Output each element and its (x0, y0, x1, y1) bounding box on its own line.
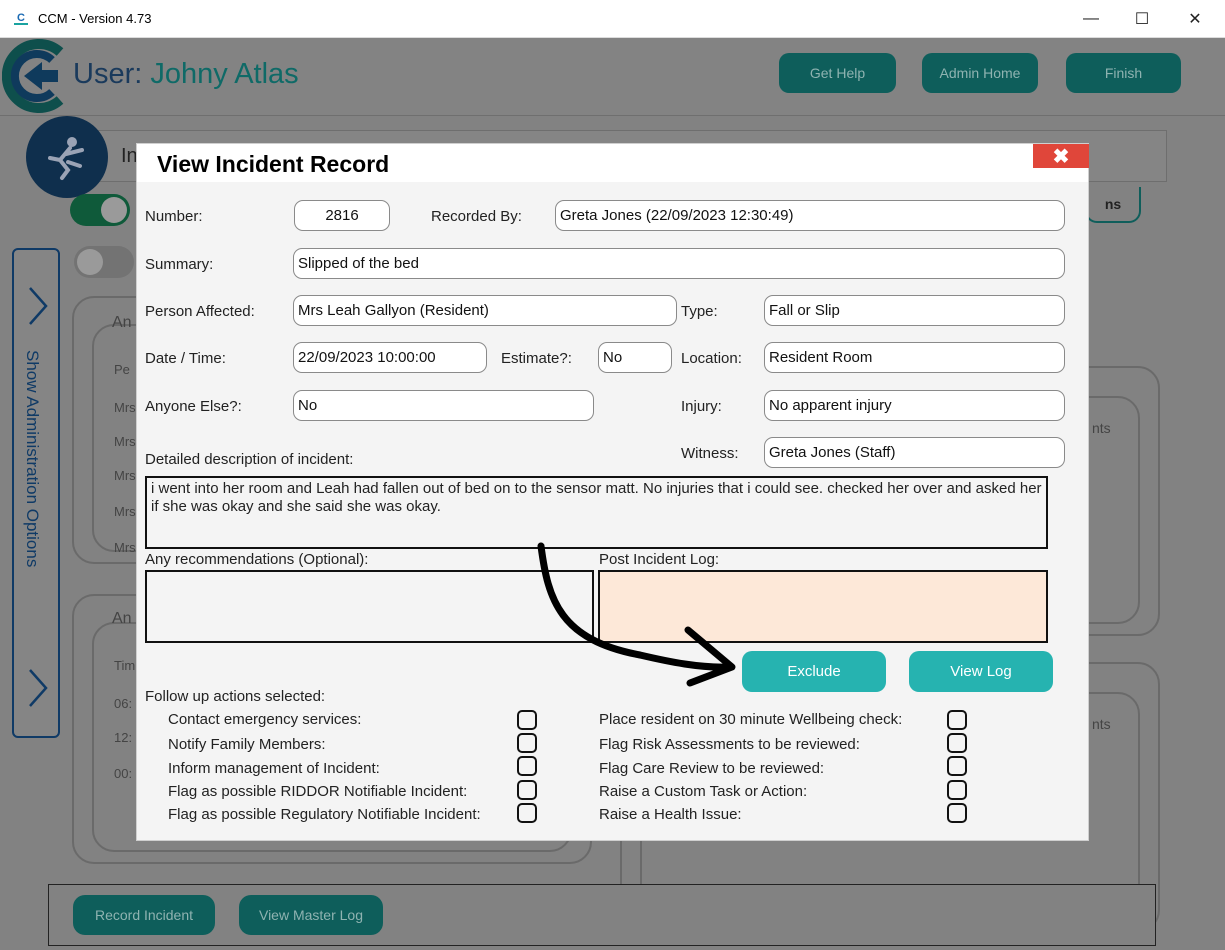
contact-emergency-checkbox[interactable] (517, 710, 537, 730)
view-incident-record-dialog: View Incident Record ✖ Number: 2816 Reco… (136, 143, 1089, 841)
panel-b-row: 00: (114, 766, 133, 781)
user-heading: User: Johny Atlas (73, 58, 299, 91)
detailed-description-label: Detailed description of incident: (145, 451, 354, 468)
panel-b-row: 12: (114, 730, 133, 745)
panel-a-header: Pe (114, 362, 130, 377)
date-time-label: Date / Time: (145, 350, 226, 367)
location-label: Location: (681, 350, 742, 367)
panel-b-row: 06: (114, 696, 133, 711)
side-tab-label: Show Administration Options (23, 350, 42, 568)
window-title: CCM - Version 4.73 (38, 11, 152, 26)
follow-up-left-label: Notify Family Members: (168, 736, 326, 753)
recorded-by-label: Recorded By: (431, 208, 522, 225)
witness-label: Witness: (681, 445, 739, 462)
estimate-field[interactable]: No (598, 342, 672, 373)
type-label: Type: (681, 303, 718, 320)
date-time-field[interactable]: 22/09/2023 10:00:00 (293, 342, 487, 373)
view-log-button[interactable]: View Log (909, 651, 1053, 692)
window-title-bar: C CCM - Version 4.73 — ☐ ✕ (0, 0, 1225, 38)
close-icon[interactable]: ✖ (1033, 144, 1089, 168)
follow-up-left-label: Inform management of Incident: (168, 760, 380, 777)
show-admin-options-tab[interactable]: Show Administration Options (12, 248, 60, 738)
follow-up-right-label: Flag Care Review to be reviewed: (599, 760, 825, 777)
estimate-label: Estimate?: (501, 350, 572, 367)
follow-up-right-label: Raise a Health Issue: (599, 806, 742, 823)
admin-home-button[interactable]: Admin Home (922, 53, 1038, 93)
panel-b-title: An (112, 610, 132, 627)
follow-up-left-label: Flag as possible RIDDOR Notifiable Incid… (168, 783, 468, 800)
view-master-log-button[interactable]: View Master Log (239, 895, 383, 935)
inform-management-checkbox[interactable] (517, 756, 537, 776)
custom-task-checkbox[interactable] (947, 780, 967, 800)
chevron-right-icon (29, 669, 48, 707)
health-issue-checkbox[interactable] (947, 803, 967, 823)
app-header: User: Johny Atlas Get Help Admin Home Fi… (0, 38, 1225, 116)
chevron-right-icon (29, 287, 48, 325)
toggle-switch-on[interactable] (70, 194, 130, 226)
summary-field[interactable]: Slipped of the bed (293, 248, 1065, 279)
user-name: Johny Atlas (150, 58, 299, 90)
wellbeing-check-checkbox[interactable] (947, 710, 967, 730)
ccm-logo-icon (2, 39, 64, 113)
post-incident-log-textarea[interactable] (598, 570, 1048, 643)
injury-field[interactable]: No apparent injury (764, 390, 1065, 421)
follow-up-right-label: Flag Risk Assessments to be reviewed: (599, 736, 860, 753)
svg-text:C: C (17, 12, 25, 24)
regulatory-checkbox[interactable] (517, 803, 537, 823)
toggle-switch-off[interactable] (74, 246, 134, 278)
panel-a-row: Mrs (114, 540, 136, 555)
injury-label: Injury: (681, 398, 722, 415)
user-prefix: User: (73, 58, 143, 90)
risk-assessments-checkbox[interactable] (947, 733, 967, 753)
panel-a-title: An (112, 314, 132, 331)
number-label: Number: (145, 208, 203, 225)
person-affected-field[interactable]: Mrs Leah Gallyon (Resident) (293, 295, 677, 326)
maximize-icon[interactable]: ☐ (1117, 0, 1167, 38)
number-field[interactable]: 2816 (294, 200, 390, 231)
summary-label: Summary: (145, 256, 214, 273)
care-review-checkbox[interactable] (947, 756, 967, 776)
panel-a-row: Mrs (114, 400, 136, 415)
app-logo-icon: C (12, 10, 30, 28)
panel-c-label: nts (1092, 420, 1111, 436)
notify-family-checkbox[interactable] (517, 733, 537, 753)
dialog-title: View Incident Record (157, 151, 390, 177)
witness-field[interactable]: Greta Jones (Staff) (764, 437, 1065, 468)
follow-up-left-label: Flag as possible Regulatory Notifiable I… (168, 806, 481, 823)
close-window-icon[interactable]: ✕ (1170, 0, 1220, 38)
detailed-description-textarea[interactable]: i went into her room and Leah had fallen… (145, 476, 1048, 549)
person-affected-label: Person Affected: (145, 303, 255, 320)
panel-d-label: nts (1092, 716, 1111, 732)
incident-fall-icon (26, 116, 108, 198)
follow-up-left-label: Contact emergency services: (168, 711, 362, 728)
recorded-by-field[interactable]: Greta Jones (22/09/2023 12:30:49) (555, 200, 1065, 231)
panel-a-row: Mrs (114, 468, 136, 483)
location-field[interactable]: Resident Room (764, 342, 1065, 373)
follow-up-right-label: Place resident on 30 minute Wellbeing ch… (599, 711, 903, 728)
post-incident-log-label: Post Incident Log: (599, 551, 720, 568)
dialog-title-bar: View Incident Record ✖ (137, 144, 1089, 182)
riddor-checkbox[interactable] (517, 780, 537, 800)
exclude-button[interactable]: Exclude (742, 651, 886, 692)
options-button-partial[interactable]: ns (1085, 187, 1141, 223)
panel-a-row: Mrs (114, 434, 136, 449)
type-field[interactable]: Fall or Slip (764, 295, 1065, 326)
recommendations-label: Any recommendations (Optional): (145, 551, 369, 568)
get-help-button[interactable]: Get Help (779, 53, 896, 93)
panel-a-row: Mrs (114, 504, 136, 519)
panel-b-header: Tim (114, 658, 136, 673)
anyone-else-label: Anyone Else?: (145, 398, 242, 415)
anyone-else-field[interactable]: No (293, 390, 594, 421)
bottom-action-bar: Record Incident View Master Log (48, 884, 1156, 946)
follow-up-right-label: Raise a Custom Task or Action: (599, 783, 808, 800)
follow-up-heading: Follow up actions selected: (145, 688, 326, 705)
minimize-icon[interactable]: — (1066, 0, 1116, 38)
recommendations-textarea[interactable] (145, 570, 594, 643)
record-incident-button[interactable]: Record Incident (73, 895, 215, 935)
finish-button[interactable]: Finish (1066, 53, 1181, 93)
